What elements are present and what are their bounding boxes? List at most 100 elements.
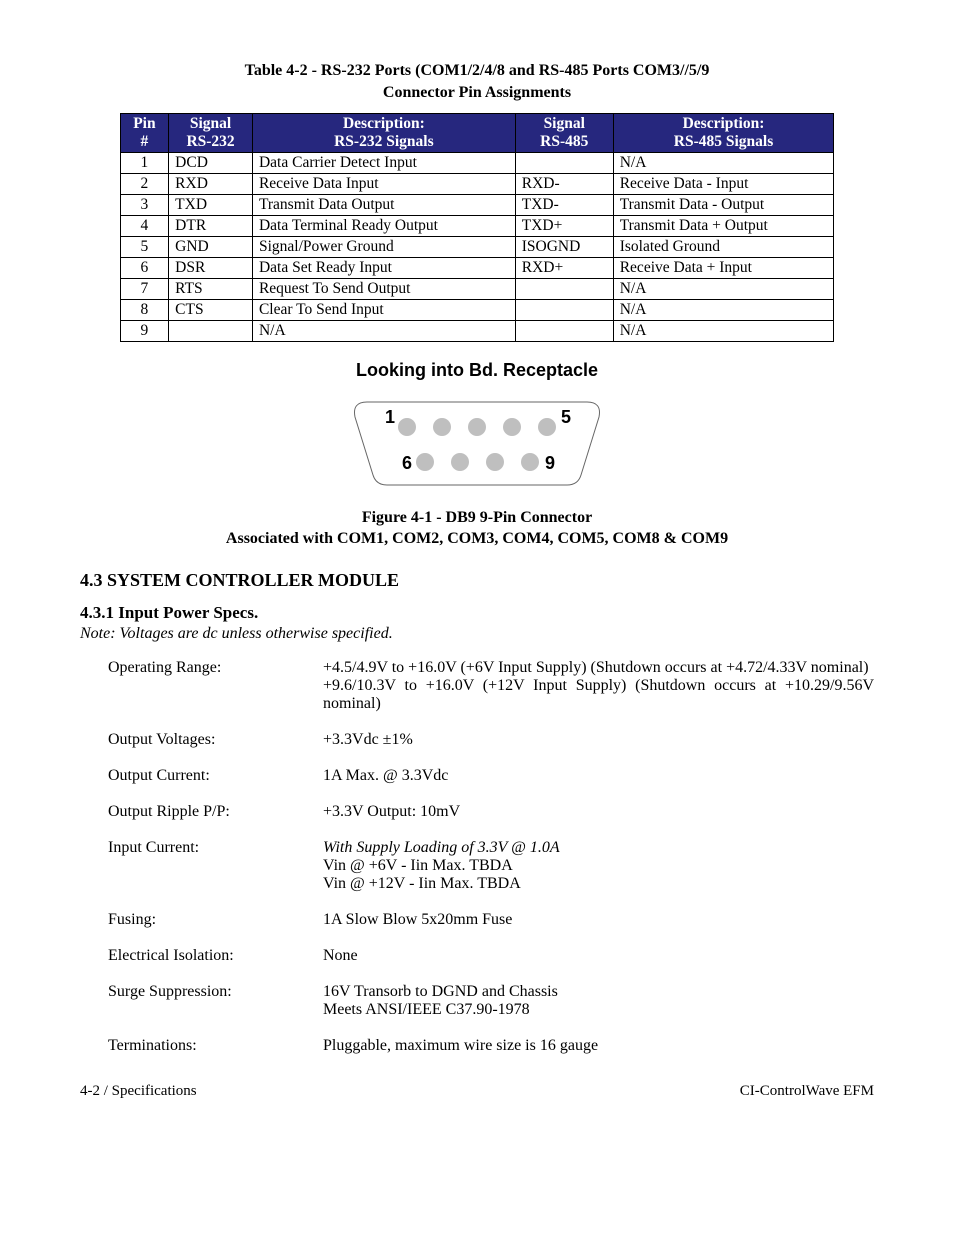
figure-caption-l1: Figure 4-1 - DB9 9-Pin Connector — [362, 509, 592, 526]
spec-fusing: Fusing: 1A Slow Blow 5x20mm Fuse — [108, 911, 874, 929]
spec-value: +3.3V Output: 10mV — [323, 803, 874, 821]
cell-d485: Isolated Ground — [613, 236, 834, 257]
table-title-l2: Connector Pin Assignments — [383, 84, 571, 101]
note-text: Note: Voltages are dc unless otherwise s… — [80, 625, 874, 643]
spec-value: 1A Slow Blow 5x20mm Fuse — [323, 911, 874, 929]
cell-d232: Receive Data Input — [252, 173, 515, 194]
cell-d485: N/A — [613, 278, 834, 299]
table-row: 1DCDData Carrier Detect InputN/A — [120, 152, 834, 173]
spec-value: +3.3Vdc ±1% — [323, 731, 874, 749]
spec-value: 1A Max. @ 3.3Vdc — [323, 767, 874, 785]
table-row: 9N/AN/A — [120, 320, 834, 341]
cell-s232: DCD — [169, 152, 253, 173]
cell-s232: GND — [169, 236, 253, 257]
table-title: Table 4-2 - RS-232 Ports (COM1/2/4/8 and… — [80, 60, 874, 103]
table-row: 5GNDSignal/Power GroundISOGNDIsolated Gr… — [120, 236, 834, 257]
spec-label: Output Voltages: — [108, 731, 323, 749]
cell-d232: Data Carrier Detect Input — [252, 152, 515, 173]
cell-d232: Clear To Send Input — [252, 299, 515, 320]
table-row: 6DSRData Set Ready InputRXD+Receive Data… — [120, 257, 834, 278]
section-heading: 4.3 SYSTEM CONTROLLER MODULE — [80, 570, 874, 591]
spec-line: Vin @ +6V - Iin Max. TBDA — [323, 857, 513, 874]
pin-label-9: 9 — [545, 453, 555, 473]
spec-line: +9.6/10.3V to +16.0V (+12V Input Supply)… — [323, 677, 874, 712]
spec-output-voltages: Output Voltages: +3.3Vdc ±1% — [108, 731, 874, 749]
figure-top-title: Looking into Bd. Receptacle — [80, 360, 874, 381]
spec-line: With Supply Loading of 3.3V @ 1.0A — [323, 839, 560, 856]
cell-s485 — [515, 320, 613, 341]
cell-d232: Data Terminal Ready Output — [252, 215, 515, 236]
table-title-l1: Table 4-2 - RS-232 Ports (COM1/2/4/8 and… — [245, 62, 710, 79]
cell-s485: TXD+ — [515, 215, 613, 236]
spec-label: Fusing: — [108, 911, 323, 929]
th-pin-l2: # — [141, 133, 149, 150]
db9-connector-diagram: 1 5 6 9 — [80, 387, 874, 497]
cell-d485: N/A — [613, 299, 834, 320]
spec-surge: Surge Suppression: 16V Transorb to DGND … — [108, 983, 874, 1019]
cell-d232: Request To Send Output — [252, 278, 515, 299]
table-row: 7RTSRequest To Send Output N/A — [120, 278, 834, 299]
cell-s232: RXD — [169, 173, 253, 194]
spec-value: With Supply Loading of 3.3V @ 1.0A Vin @… — [323, 839, 874, 893]
cell-d485: N/A — [613, 320, 834, 341]
spec-output-ripple: Output Ripple P/P: +3.3V Output: 10mV — [108, 803, 874, 821]
table-row: 4DTRData Terminal Ready OutputTXD+Transm… — [120, 215, 834, 236]
th-sig232-l1: Signal — [190, 115, 231, 132]
th-desc485: Description:RS-485 Signals — [613, 114, 834, 153]
cell-s232: CTS — [169, 299, 253, 320]
cell-d485: Receive Data - Input — [613, 173, 834, 194]
spec-label: Output Current: — [108, 767, 323, 785]
spec-output-current: Output Current: 1A Max. @ 3.3Vdc — [108, 767, 874, 785]
cell-d485: Transmit Data + Output — [613, 215, 834, 236]
spec-label: Electrical Isolation: — [108, 947, 323, 965]
cell-s485: RXD+ — [515, 257, 613, 278]
cell-d485: N/A — [613, 152, 834, 173]
footer-right: CI-ControlWave EFM — [740, 1083, 874, 1100]
spec-label: Output Ripple P/P: — [108, 803, 323, 821]
cell-pin: 2 — [120, 173, 168, 194]
th-desc232-l1: Description: — [343, 115, 425, 132]
cell-pin: 7 — [120, 278, 168, 299]
th-pin-l1: Pin — [133, 115, 155, 132]
pin-label-5: 5 — [561, 407, 571, 427]
cell-d485: Receive Data + Input — [613, 257, 834, 278]
cell-pin: 5 — [120, 236, 168, 257]
th-sig232-l2: RS-232 — [186, 133, 234, 150]
th-desc485-l1: Description: — [683, 115, 765, 132]
spec-line: Vin @ +12V - Iin Max. TBDA — [323, 875, 521, 892]
th-sig485-l2: RS-485 — [540, 133, 588, 150]
spec-line: 16V Transorb to DGND and Chassis — [323, 983, 558, 1000]
th-desc485-l2: RS-485 Signals — [674, 133, 774, 150]
table-row: 3TXDTransmit Data OutputTXD-Transmit Dat… — [120, 194, 834, 215]
cell-s232 — [169, 320, 253, 341]
footer-left: 4-2 / Specifications — [80, 1083, 197, 1100]
table-row: 2RXDReceive Data InputRXD-Receive Data -… — [120, 173, 834, 194]
page-footer: 4-2 / Specifications CI-ControlWave EFM — [80, 1083, 874, 1100]
cell-pin: 8 — [120, 299, 168, 320]
table-row: 8CTSClear To Send Input N/A — [120, 299, 834, 320]
spec-isolation: Electrical Isolation: None — [108, 947, 874, 965]
cell-d485: Transmit Data - Output — [613, 194, 834, 215]
cell-s485: RXD- — [515, 173, 613, 194]
cell-s232: RTS — [169, 278, 253, 299]
pin-label-1: 1 — [385, 407, 395, 427]
spec-label: Surge Suppression: — [108, 983, 323, 1019]
pin-label-6: 6 — [402, 453, 412, 473]
cell-s485 — [515, 152, 613, 173]
th-sig485-l1: Signal — [544, 115, 585, 132]
cell-s232: TXD — [169, 194, 253, 215]
cell-s232: DTR — [169, 215, 253, 236]
cell-s485 — [515, 278, 613, 299]
cell-pin: 4 — [120, 215, 168, 236]
spec-label: Operating Range: — [108, 659, 323, 713]
spec-label: Input Current: — [108, 839, 323, 893]
subsection-heading: 4.3.1 Input Power Specs. — [80, 603, 874, 623]
th-sig485: SignalRS-485 — [515, 114, 613, 153]
pin-assignment-table: Pin# SignalRS-232 Description:RS-232 Sig… — [120, 113, 835, 342]
spec-line: Meets ANSI/IEEE C37.90-1978 — [323, 1001, 530, 1018]
th-desc232-l2: RS-232 Signals — [334, 133, 434, 150]
spec-terminations: Terminations: Pluggable, maximum wire si… — [108, 1037, 874, 1055]
cell-s232: DSR — [169, 257, 253, 278]
th-pin: Pin# — [120, 114, 168, 153]
th-desc232: Description:RS-232 Signals — [252, 114, 515, 153]
